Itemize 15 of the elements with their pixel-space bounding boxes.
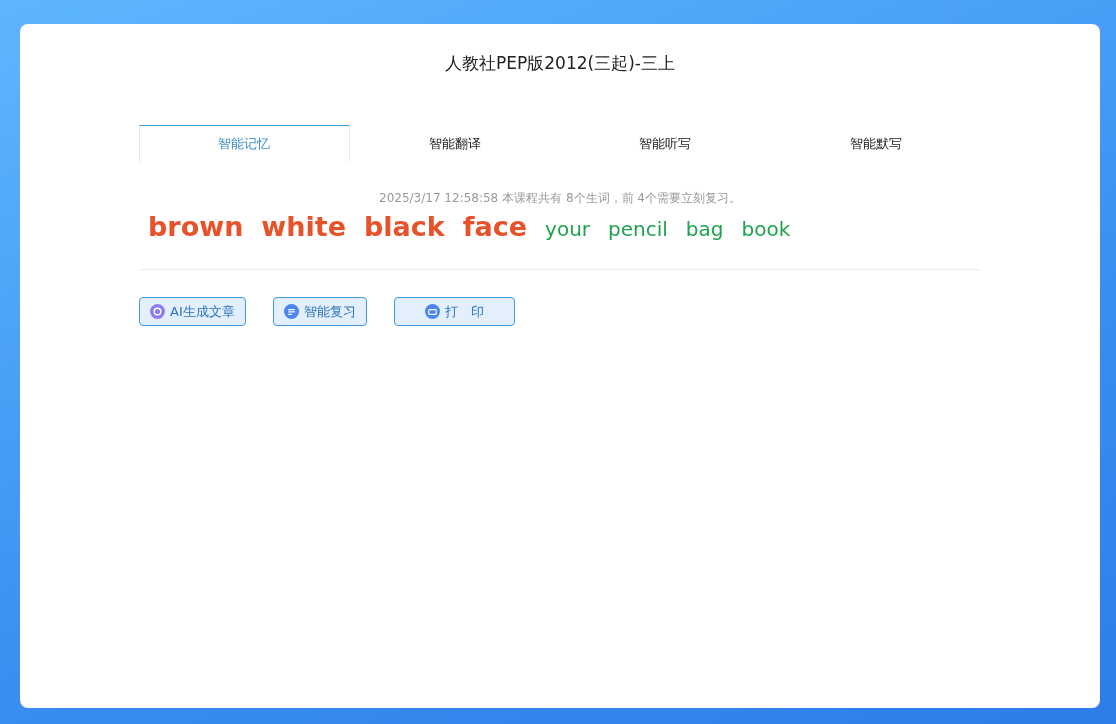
tab[interactable]: 智能记忆 bbox=[139, 125, 350, 162]
vocabulary-word: your bbox=[545, 217, 591, 241]
action-button[interactable]: AI生成文章 bbox=[139, 297, 246, 326]
vocabulary-word: white bbox=[261, 211, 346, 242]
vocabulary-word: brown bbox=[148, 211, 244, 242]
action-button[interactable]: 打 印 bbox=[393, 297, 515, 326]
vocabulary-word: bag bbox=[685, 217, 724, 241]
vocabulary-word: pencil bbox=[608, 217, 668, 241]
summary-text: 2025/3/17 12:58:58 本课程共有 8个生词，前 4个需要立刻复习。 bbox=[378, 190, 742, 207]
action-button[interactable]: 智能复习 bbox=[272, 297, 367, 326]
list-icon bbox=[283, 304, 299, 319]
course-title: 人教社PEP版2012(三起)-三上 bbox=[445, 52, 675, 75]
vocabulary-word: face bbox=[462, 211, 528, 242]
vocabulary-word: book bbox=[741, 217, 791, 241]
vocabulary-word: black bbox=[364, 211, 445, 242]
